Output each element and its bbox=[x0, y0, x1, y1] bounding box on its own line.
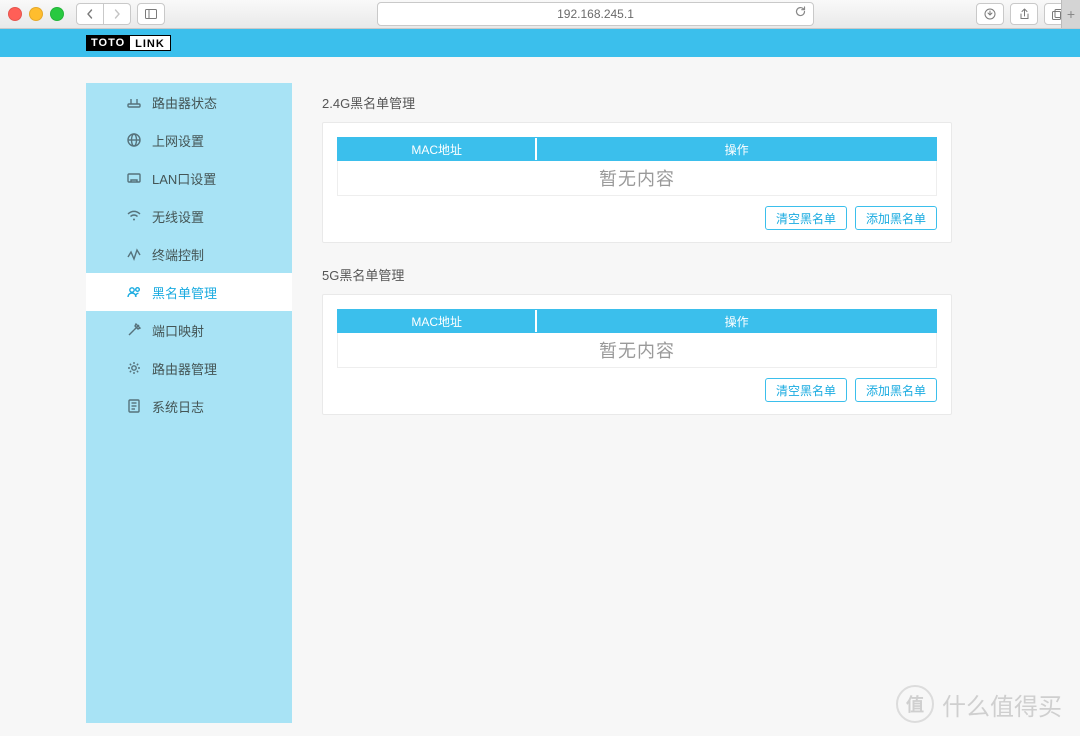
browser-chrome: 192.168.245.1 + bbox=[0, 0, 1080, 29]
page-body: 路由器状态 上网设置 LAN口设置 无线设置 bbox=[0, 57, 1080, 736]
close-window-button[interactable] bbox=[8, 7, 22, 21]
back-button[interactable] bbox=[76, 3, 104, 25]
gear-icon bbox=[126, 360, 142, 376]
section-title: 2.4G黑名单管理 bbox=[322, 93, 998, 112]
sidebar-item-label: 终端控制 bbox=[152, 245, 204, 264]
url-bar[interactable]: 192.168.245.1 bbox=[377, 2, 814, 26]
tools-icon bbox=[126, 322, 142, 338]
section-5g: 5G黑名单管理 MAC地址 操作 暂无内容 清空黑名单 添加黑名单 bbox=[322, 265, 998, 415]
sidebar-item-label: 黑名单管理 bbox=[152, 283, 217, 302]
log-icon bbox=[126, 398, 142, 414]
add-blacklist-button-5g[interactable]: 添加黑名单 bbox=[855, 378, 937, 402]
reload-icon[interactable] bbox=[794, 5, 807, 21]
logo-right: LINK bbox=[130, 35, 171, 51]
sidebar-item-admin[interactable]: 路由器管理 bbox=[86, 349, 292, 387]
sidebar-item-label: 端口映射 bbox=[152, 321, 204, 340]
sidebar-item-label: 路由器状态 bbox=[152, 93, 217, 112]
new-tab-button[interactable]: + bbox=[1061, 0, 1080, 28]
table-empty-text: 暂无内容 bbox=[337, 333, 937, 368]
url-text: 192.168.245.1 bbox=[557, 7, 634, 21]
col-mac: MAC地址 bbox=[338, 310, 537, 332]
sidebar-item-client[interactable]: 终端控制 bbox=[86, 235, 292, 273]
sidebar-item-wifi[interactable]: 无线设置 bbox=[86, 197, 292, 235]
window-controls bbox=[8, 7, 64, 21]
sidebar-item-blacklist[interactable]: 黑名单管理 bbox=[86, 273, 292, 311]
card-24g: MAC地址 操作 暂无内容 清空黑名单 添加黑名单 bbox=[322, 122, 952, 243]
sidebar-item-label: 系统日志 bbox=[152, 397, 204, 416]
brand-logo: TOTO LINK bbox=[86, 35, 171, 51]
watermark-badge: 值 bbox=[896, 685, 934, 723]
wifi-icon bbox=[126, 208, 142, 224]
users-icon bbox=[126, 284, 142, 300]
lan-port-icon bbox=[126, 170, 142, 186]
sidebar-item-portmap[interactable]: 端口映射 bbox=[86, 311, 292, 349]
sidebar-item-label: 无线设置 bbox=[152, 207, 204, 226]
section-title: 5G黑名单管理 bbox=[322, 265, 998, 284]
minimize-window-button[interactable] bbox=[29, 7, 43, 21]
sidebar-toggle-button[interactable] bbox=[137, 3, 165, 25]
card-5g: MAC地址 操作 暂无内容 清空黑名单 添加黑名单 bbox=[322, 294, 952, 415]
watermark-text: 什么值得买 bbox=[942, 687, 1062, 722]
col-op: 操作 bbox=[537, 310, 936, 332]
sidebar-item-status[interactable]: 路由器状态 bbox=[86, 83, 292, 121]
table-header: MAC地址 操作 bbox=[337, 309, 937, 333]
share-button[interactable] bbox=[1010, 3, 1038, 25]
table-empty-text: 暂无内容 bbox=[337, 161, 937, 196]
sidebar-item-wan[interactable]: 上网设置 bbox=[86, 121, 292, 159]
clear-blacklist-button-5g[interactable]: 清空黑名单 bbox=[765, 378, 847, 402]
sidebar-item-syslog[interactable]: 系统日志 bbox=[86, 387, 292, 425]
sidebar-item-lan[interactable]: LAN口设置 bbox=[86, 159, 292, 197]
router-status-icon bbox=[126, 94, 142, 110]
add-blacklist-button-24g[interactable]: 添加黑名单 bbox=[855, 206, 937, 230]
table-header: MAC地址 操作 bbox=[337, 137, 937, 161]
col-op: 操作 bbox=[537, 138, 936, 160]
app-header: TOTO LINK bbox=[0, 29, 1080, 57]
clear-blacklist-button-24g[interactable]: 清空黑名单 bbox=[765, 206, 847, 230]
watermark: 值 什么值得买 bbox=[896, 685, 1062, 723]
section-24g: 2.4G黑名单管理 MAC地址 操作 暂无内容 清空黑名单 添加黑名单 bbox=[322, 93, 998, 243]
sidebar: 路由器状态 上网设置 LAN口设置 无线设置 bbox=[86, 83, 292, 723]
downloads-button[interactable] bbox=[976, 3, 1004, 25]
sidebar-item-label: 上网设置 bbox=[152, 131, 204, 150]
maximize-window-button[interactable] bbox=[50, 7, 64, 21]
logo-left: TOTO bbox=[86, 35, 130, 51]
sidebar-item-label: 路由器管理 bbox=[152, 359, 217, 378]
forward-button[interactable] bbox=[104, 3, 131, 25]
sidebar-item-label: LAN口设置 bbox=[152, 169, 216, 188]
activity-icon bbox=[126, 246, 142, 262]
globe-icon bbox=[126, 132, 142, 148]
col-mac: MAC地址 bbox=[338, 138, 537, 160]
content-area: 2.4G黑名单管理 MAC地址 操作 暂无内容 清空黑名单 添加黑名单 5G黑名… bbox=[292, 83, 998, 723]
